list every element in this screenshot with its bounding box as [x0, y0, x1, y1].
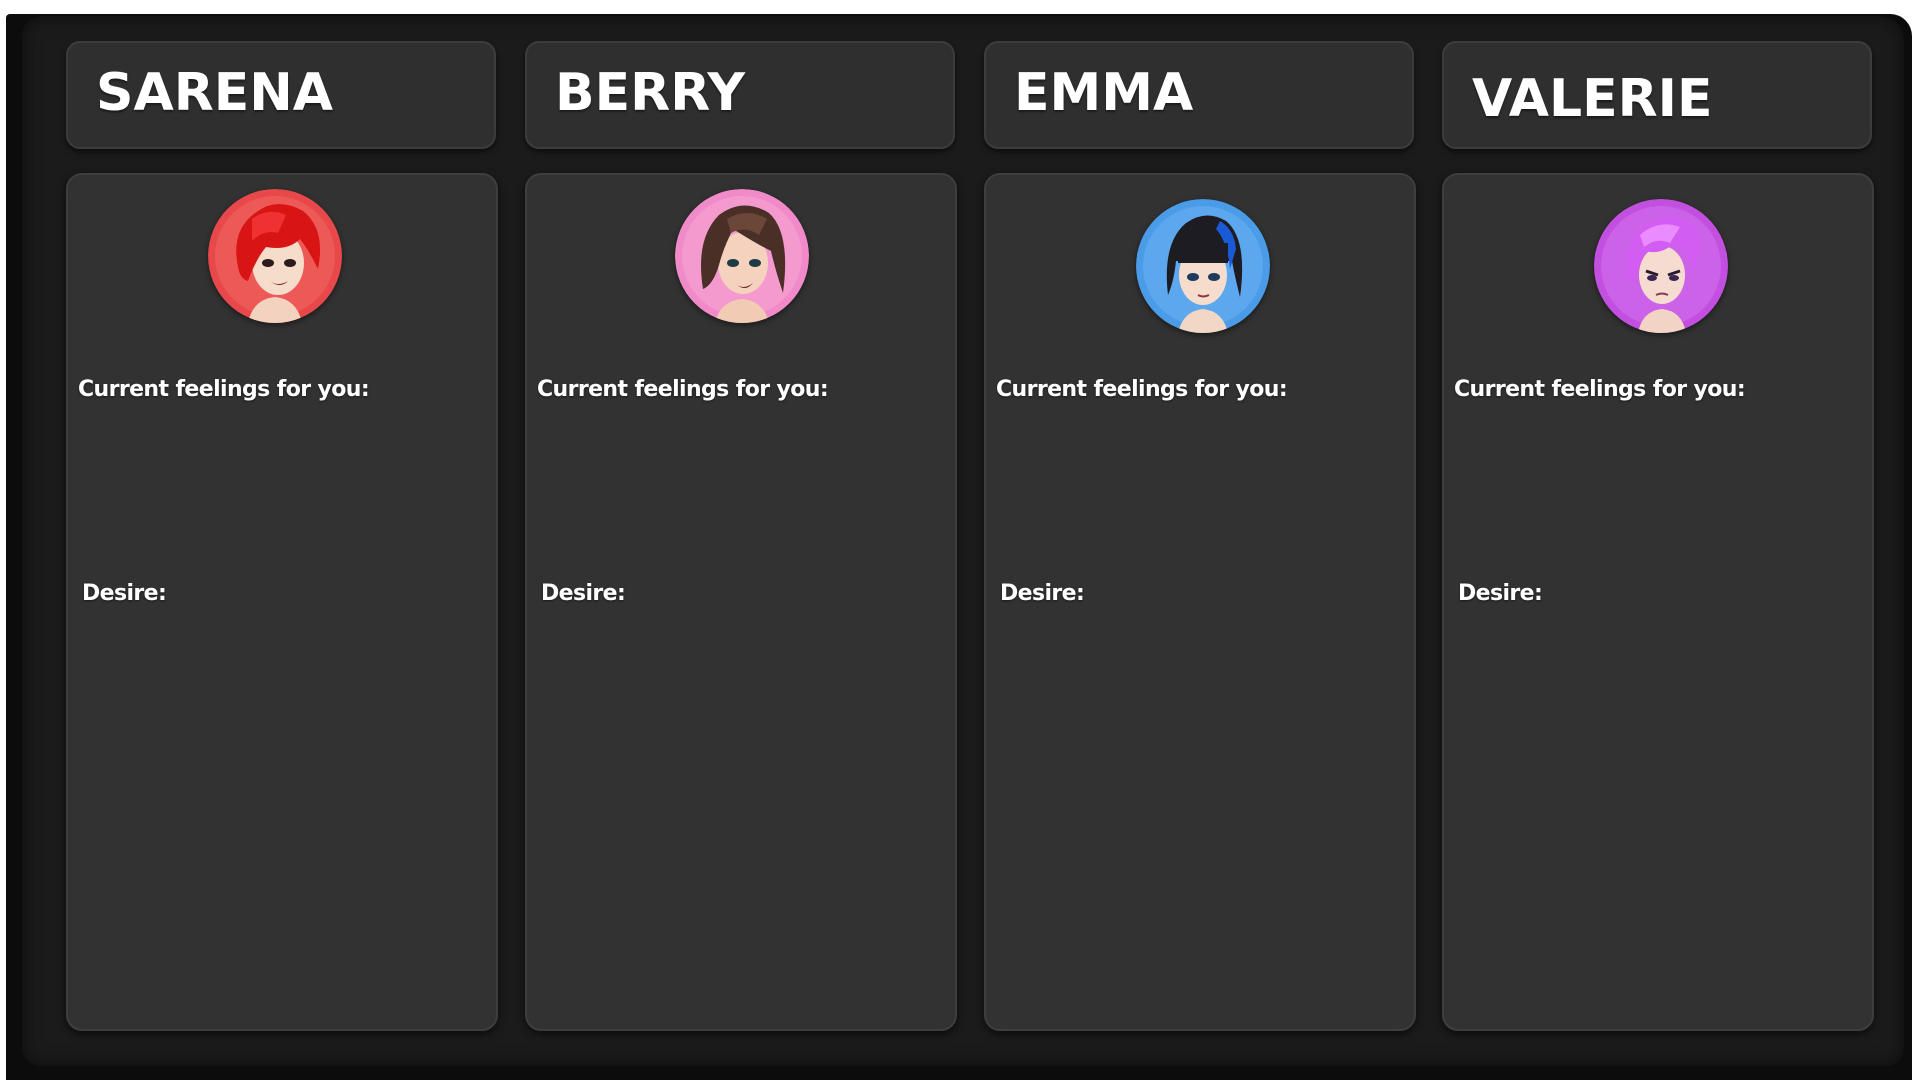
character-name: EMMA: [1014, 63, 1194, 123]
character-card: Current feelings for you: Desire:: [525, 173, 957, 1031]
character-card: Current feelings for you: Desire:: [984, 173, 1416, 1031]
black-blue-haired-woman-portrait-icon: [1136, 199, 1270, 333]
character-name-header: VALERIE: [1442, 41, 1872, 149]
desire-label: Desire:: [1000, 581, 1085, 606]
feelings-label: Current feelings for you:: [1454, 377, 1746, 402]
character-name: SARENA: [96, 63, 334, 123]
feelings-label: Current feelings for you:: [537, 377, 829, 402]
character-card: Current feelings for you: Desire:: [1442, 173, 1874, 1031]
character-name: BERRY: [555, 63, 746, 123]
feelings-label: Current feelings for you:: [996, 377, 1288, 402]
character-name-header: BERRY: [525, 41, 955, 149]
character-status-frame: SARENA Current feelings for you: Desire:…: [6, 14, 1912, 1080]
feelings-label: Current feelings for you:: [78, 377, 370, 402]
character-name: VALERIE: [1472, 69, 1713, 129]
brown-haired-woman-portrait-icon: [675, 189, 809, 323]
character-card: Current feelings for you: Desire:: [66, 173, 498, 1031]
character-name-header: EMMA: [984, 41, 1414, 149]
desire-label: Desire:: [1458, 581, 1543, 606]
desire-label: Desire:: [82, 581, 167, 606]
desire-label: Desire:: [541, 581, 626, 606]
red-haired-woman-portrait-icon: [208, 189, 342, 323]
character-status-panel: SARENA Current feelings for you: Desire:…: [22, 16, 1904, 1066]
purple-haired-woman-portrait-icon: [1594, 199, 1728, 333]
character-name-header: SARENA: [66, 41, 496, 149]
